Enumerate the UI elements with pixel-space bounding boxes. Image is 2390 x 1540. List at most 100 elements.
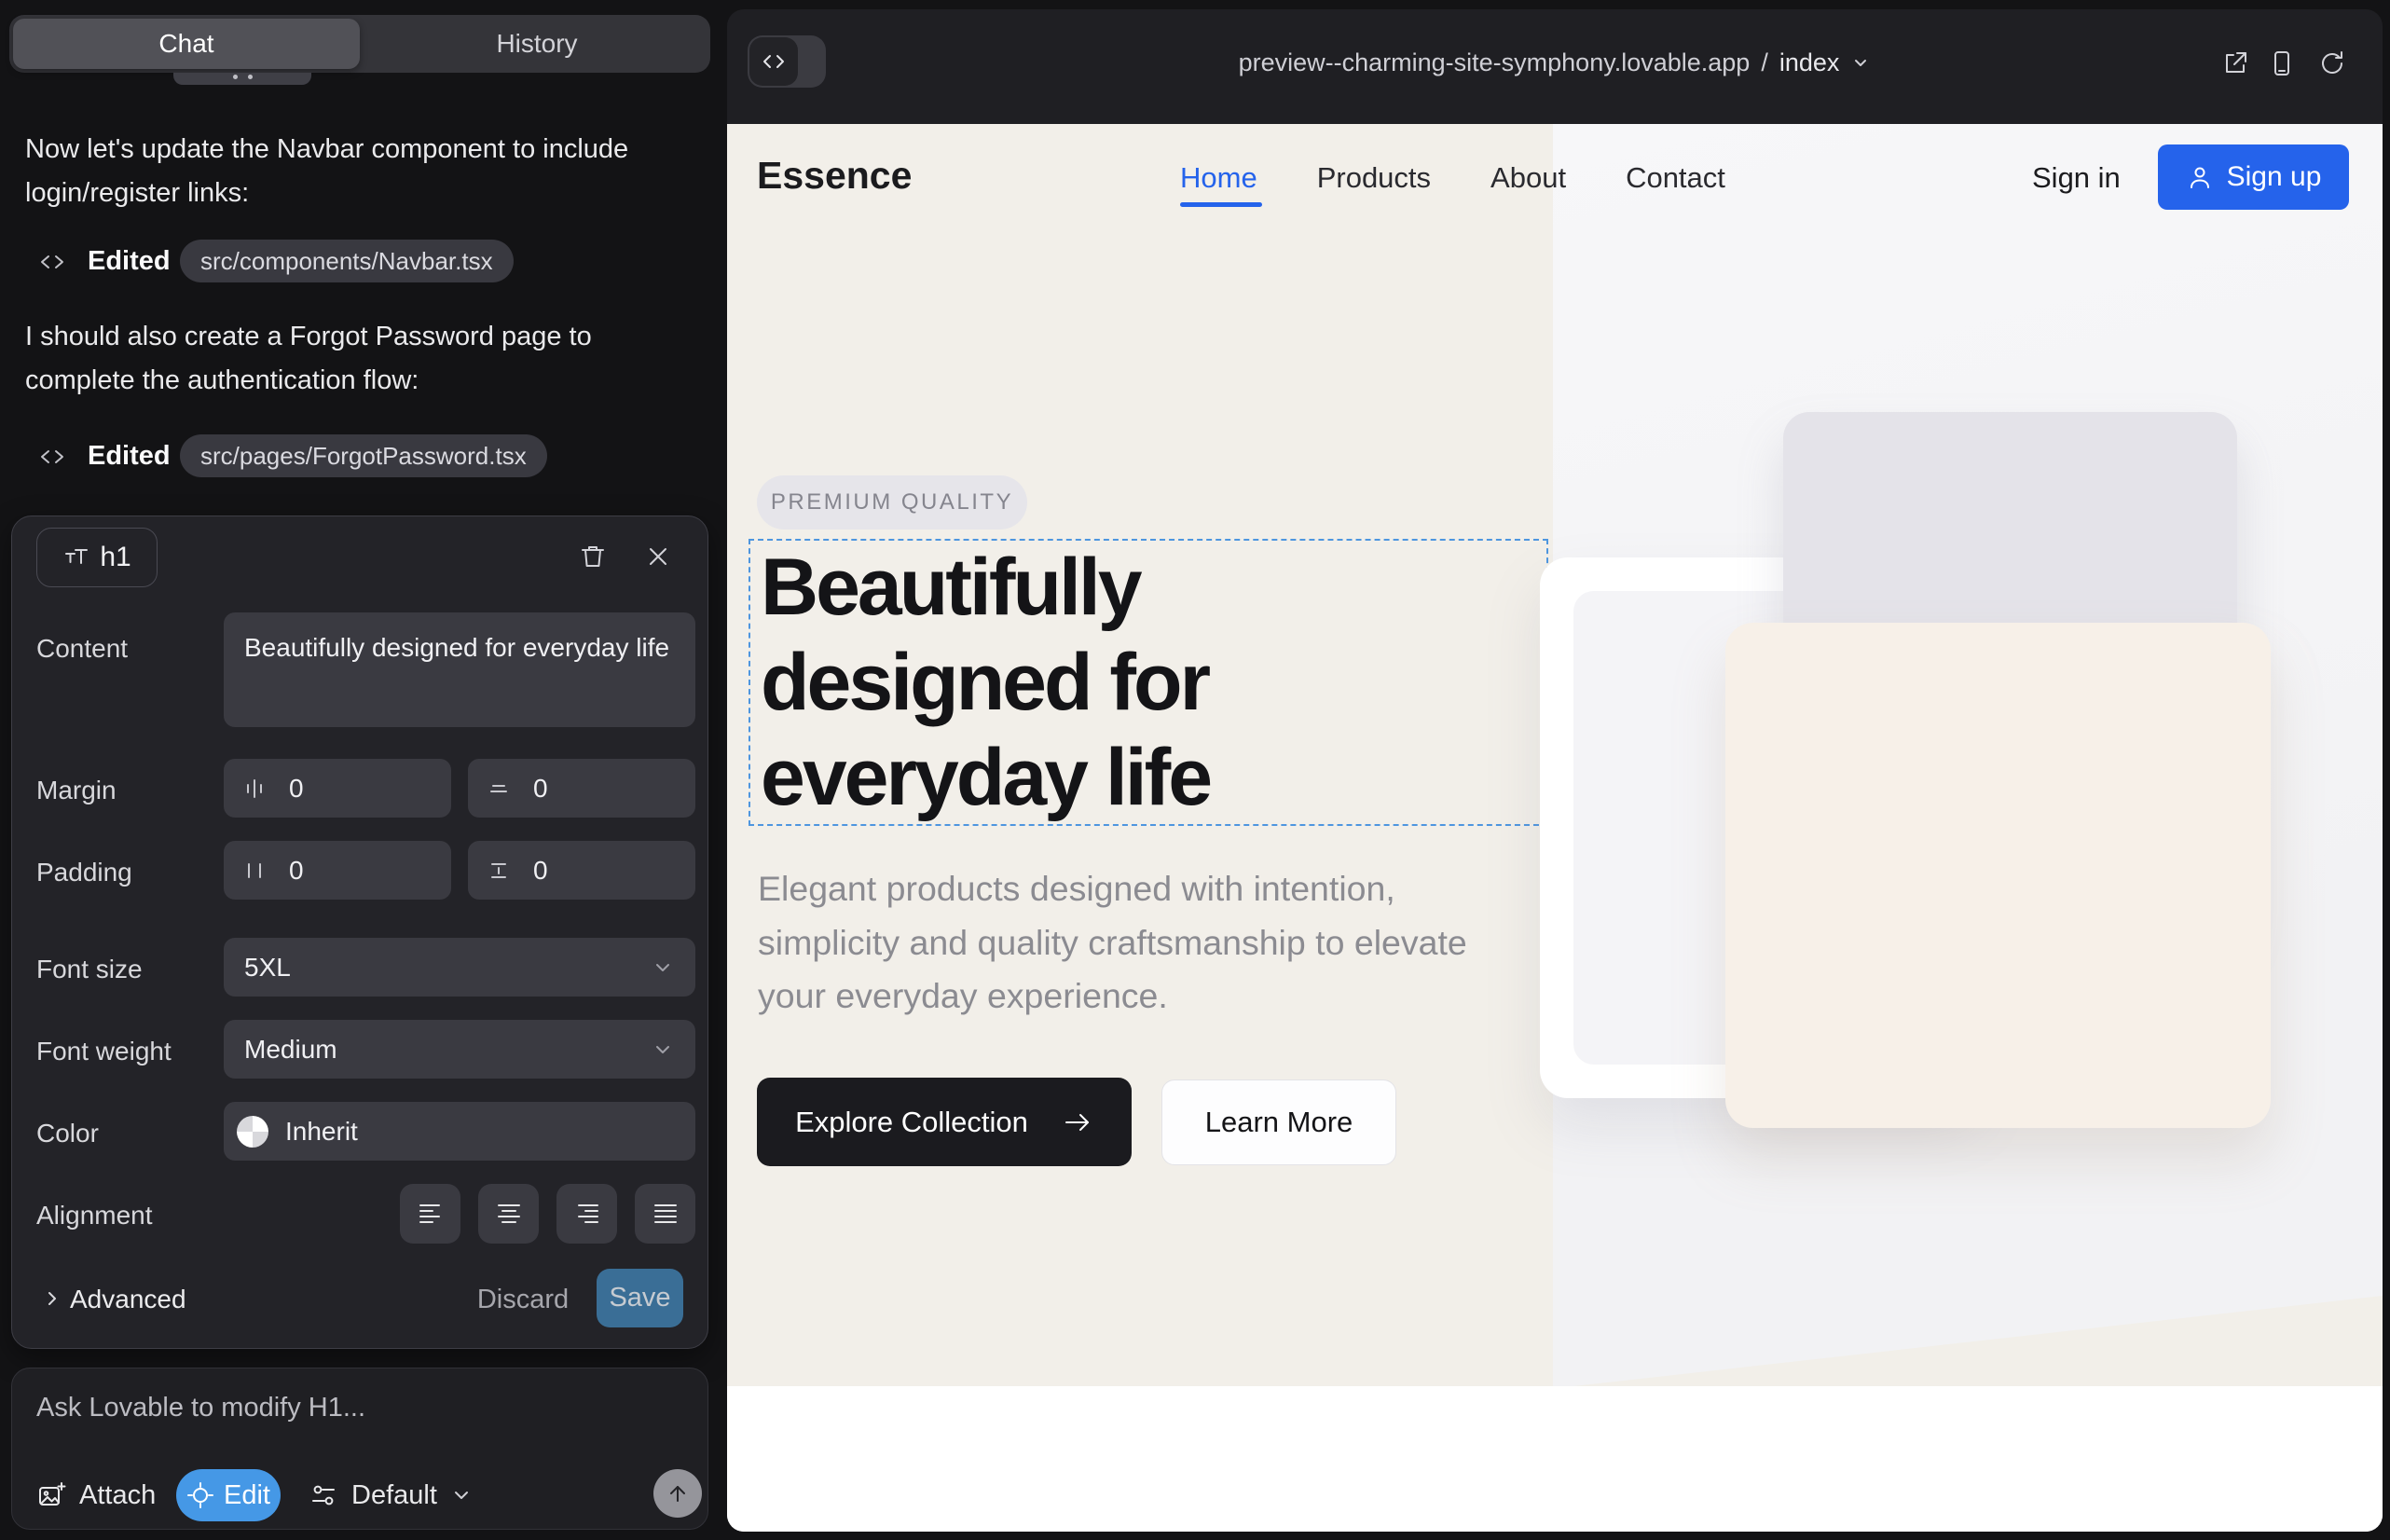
chevron-down-icon [450, 1484, 473, 1506]
save-button[interactable]: Save [597, 1269, 683, 1327]
padding-y-input[interactable]: 0 [468, 841, 695, 900]
align-right-icon [573, 1202, 601, 1226]
font-weight-value: Medium [244, 1035, 337, 1065]
align-center-button[interactable] [478, 1184, 539, 1244]
align-center-icon [495, 1202, 523, 1226]
arrow-up-icon [664, 1479, 692, 1507]
padding-vertical-icon [485, 857, 513, 885]
content-field[interactable]: Beautifully designed for everyday life [224, 612, 695, 727]
attach-label: Attach [79, 1480, 156, 1511]
padding-horizontal-icon [240, 857, 268, 885]
target-icon [186, 1481, 214, 1509]
explore-collection-button[interactable]: Explore Collection [757, 1078, 1132, 1166]
color-label: Color [36, 1119, 99, 1148]
nav-link-contact[interactable]: Contact [1626, 161, 1725, 195]
content-textarea[interactable]: Beautifully designed for everyday life [224, 612, 695, 727]
chevron-down-icon [651, 1038, 675, 1062]
edit-mode-button[interactable]: Edit [176, 1469, 281, 1521]
margin-y-value: 0 [533, 774, 548, 804]
content-label: Content [36, 634, 128, 664]
nav-link-products[interactable]: Products [1317, 161, 1431, 195]
edited-file-row: Edited src/pages/ForgotPassword.tsx [0, 434, 708, 478]
edited-label: Edited [88, 434, 171, 478]
url-separator: / [1761, 48, 1768, 77]
margin-x-input[interactable]: 0 [224, 759, 451, 818]
color-swatch [237, 1116, 268, 1148]
edit-label: Edit [224, 1480, 270, 1511]
padding-x-value: 0 [289, 856, 304, 886]
close-icon[interactable] [640, 539, 676, 574]
padding-label: Padding [36, 858, 132, 887]
code-icon [37, 247, 67, 277]
sign-up-button[interactable]: Sign up [2158, 144, 2349, 210]
align-justify-button[interactable] [635, 1184, 695, 1244]
font-size-label: Font size [36, 955, 143, 984]
chevron-down-icon[interactable] [1850, 53, 1871, 74]
mobile-view-icon[interactable] [2267, 48, 2297, 78]
font-size-select[interactable]: 5XL [224, 938, 695, 997]
section-below-hero [727, 1386, 2383, 1532]
tab-history[interactable]: History [364, 15, 710, 73]
preview-window: preview--charming-site-symphony.lovable.… [727, 9, 2383, 1532]
margin-x-value: 0 [289, 774, 304, 804]
nav-link-home[interactable]: Home [1180, 161, 1257, 195]
refresh-icon[interactable] [2316, 48, 2346, 78]
chevron-down-icon [651, 956, 675, 980]
chevron-right-icon [40, 1286, 64, 1311]
font-weight-select[interactable]: Medium [224, 1020, 695, 1079]
code-toggle-knob[interactable] [749, 37, 798, 86]
preview-url[interactable]: preview--charming-site-symphony.lovable.… [1239, 48, 1751, 77]
margin-vertical-icon [485, 775, 513, 803]
font-size-value: 5XL [244, 953, 291, 983]
padding-x-input[interactable]: 0 [224, 841, 451, 900]
arrow-right-icon [1062, 1107, 1093, 1138]
premium-quality-badge: PREMIUM QUALITY [757, 475, 1027, 529]
edited-file-chip[interactable]: src/components/Navbar.tsx [180, 240, 514, 282]
nav-link-about[interactable]: About [1490, 161, 1566, 195]
sliders-icon [309, 1480, 338, 1510]
scrolled-chip-fragment [173, 73, 311, 85]
selected-element-chip[interactable]: h1 [36, 528, 158, 587]
learn-more-label: Learn More [1205, 1106, 1353, 1139]
margin-label: Margin [36, 776, 117, 805]
site-nav: Home Products About Contact [1180, 161, 1725, 195]
edited-file-chip[interactable]: src/pages/ForgotPassword.tsx [180, 434, 547, 477]
advanced-toggle[interactable]: Advanced [70, 1285, 186, 1314]
url-bar: preview--charming-site-symphony.lovable.… [727, 9, 2383, 117]
send-button[interactable] [653, 1469, 702, 1518]
hero-visual-card-cream [1725, 623, 2271, 1128]
align-justify-icon [652, 1202, 680, 1226]
discard-button[interactable]: Discard [458, 1285, 588, 1315]
open-external-icon[interactable] [2220, 48, 2250, 78]
site-logo[interactable]: Essence [757, 154, 912, 198]
code-preview-toggle[interactable] [748, 35, 826, 88]
element-editor-panel: h1 Content Beautifully designed for ever… [11, 516, 708, 1349]
align-left-button[interactable] [400, 1184, 460, 1244]
composer-input[interactable] [34, 1391, 635, 1439]
align-left-icon [417, 1202, 445, 1226]
default-mode-selector[interactable]: Default [309, 1471, 473, 1519]
color-field[interactable]: Inherit [224, 1102, 695, 1161]
chat-history-tabbar: Chat History [9, 15, 710, 73]
sign-up-label: Sign up [2227, 161, 2322, 193]
tab-chat-label[interactable]: Chat [9, 15, 364, 73]
hero-heading[interactable]: Beautifully designed for everyday life [761, 540, 1394, 825]
chat-composer: Attach Edit Default [11, 1368, 708, 1530]
edited-label: Edited [88, 240, 171, 283]
lovable-workspace: Chat History Now let's update the Navbar… [0, 0, 2390, 1540]
sign-in-link[interactable]: Sign in [2032, 161, 2121, 195]
page-selector[interactable]: index [1779, 48, 1840, 77]
margin-horizontal-icon [240, 775, 268, 803]
selected-tag-label: h1 [100, 542, 130, 573]
attach-image-icon [36, 1480, 66, 1510]
code-icon [761, 48, 787, 75]
learn-more-button[interactable]: Learn More [1161, 1079, 1396, 1165]
dot [233, 75, 238, 79]
attach-button[interactable]: Attach [36, 1471, 156, 1519]
delete-element-button[interactable] [575, 539, 611, 574]
margin-y-input[interactable]: 0 [468, 759, 695, 818]
edited-file-row: Edited src/components/Navbar.tsx [0, 240, 708, 283]
assistant-message: I should also create a Forgot Password p… [25, 315, 659, 403]
align-right-button[interactable] [556, 1184, 617, 1244]
color-value: Inherit [285, 1117, 358, 1147]
